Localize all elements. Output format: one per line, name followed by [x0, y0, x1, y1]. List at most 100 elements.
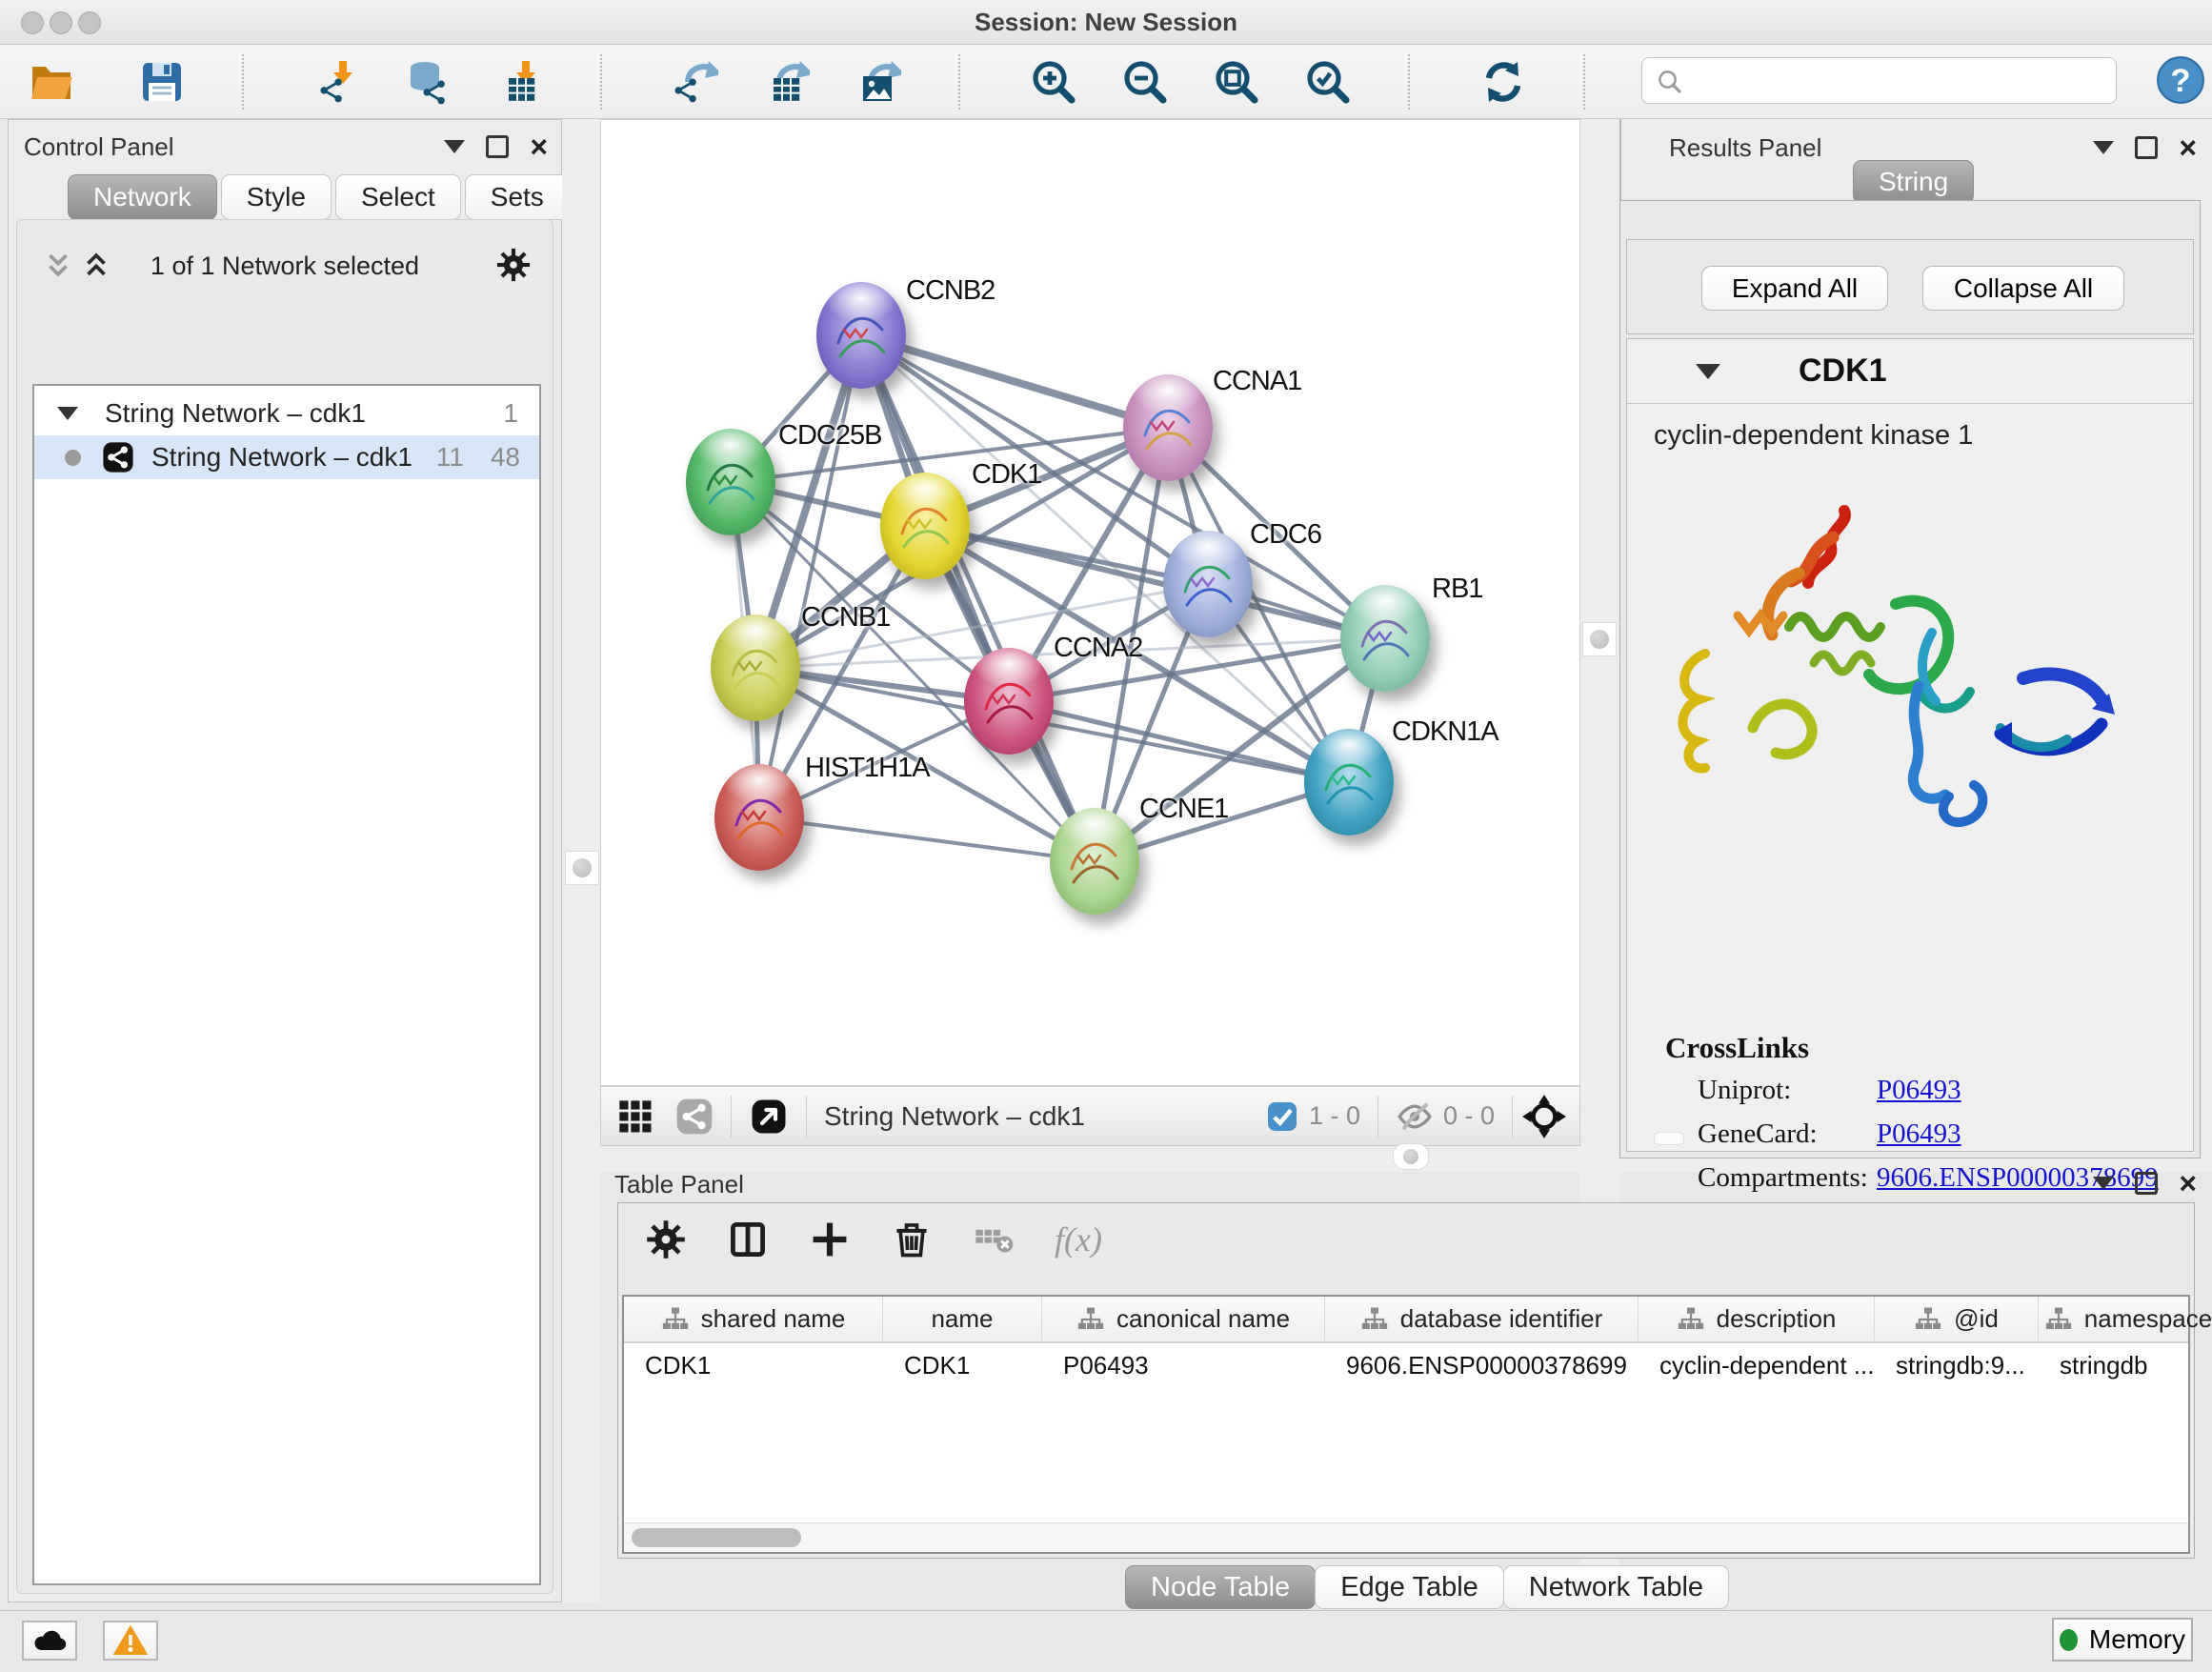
crosslink-row: Compartments: 9606.ENSP00000378699	[1698, 1162, 1868, 1194]
network-node-CDC6[interactable]	[1163, 531, 1253, 637]
network-canvas[interactable]: CCNB2 CCNA1 CDC25B CDK1 CDC6 RB1	[600, 119, 1580, 1086]
tab-edge-table[interactable]: Edge Table	[1315, 1565, 1504, 1609]
network-node-CCNE1[interactable]	[1050, 808, 1139, 915]
results-hscroll-thumb[interactable]	[1654, 1132, 1684, 1145]
export-image-button[interactable]	[854, 57, 903, 107]
export-table-button[interactable]	[762, 57, 812, 107]
table-settings-gear-button[interactable]	[645, 1219, 687, 1260]
network-node-CCNA2[interactable]	[964, 648, 1054, 755]
column-header-name[interactable]: name	[883, 1297, 1042, 1341]
network-collection-row[interactable]: String Network – cdk1 1	[34, 392, 539, 435]
network-node-CDC25B[interactable]	[686, 429, 775, 535]
node-label-CDC25B: CDC25B	[778, 420, 881, 452]
expand-all-button[interactable]: Expand All	[1701, 266, 1888, 311]
network-node-HIST1H1A[interactable]	[714, 764, 804, 871]
table-panel-title: Table Panel	[614, 1170, 744, 1199]
protein-ribbon-thumb	[725, 779, 794, 856]
left-splitter-handle[interactable]	[565, 851, 599, 885]
column-header-description[interactable]: description	[1639, 1297, 1875, 1341]
protein-ribbon-thumb	[696, 444, 765, 520]
collapse-entry-icon[interactable]	[1696, 364, 1720, 379]
table-panel-float-icon[interactable]	[2135, 1172, 2158, 1195]
network-node-CCNB1[interactable]	[711, 614, 800, 721]
table-cell[interactable]: cyclin-dependent ...	[1639, 1341, 1875, 1389]
horizontal-splitter-handle[interactable]	[1393, 1143, 1429, 1170]
zoom-out-button[interactable]	[1120, 57, 1170, 107]
results-panel-menu-icon[interactable]	[2093, 141, 2114, 154]
column-header-namespace[interactable]: namespace	[2039, 1297, 2212, 1341]
network-node-count: 11	[436, 442, 464, 473]
warnings-button[interactable]	[103, 1621, 158, 1661]
import-table-button[interactable]	[495, 57, 545, 107]
export-network-button[interactable]	[671, 57, 720, 107]
table-hscroll-thumb[interactable]	[632, 1528, 801, 1547]
network-node-CDKN1A[interactable]	[1304, 729, 1394, 836]
table-cell[interactable]: stringdb:9...	[1875, 1341, 2039, 1389]
gene-entry-header[interactable]: CDK1	[1627, 339, 2193, 404]
table-cell[interactable]: 9606.ENSP00000378699	[1325, 1341, 1639, 1389]
zoom-selected-icon	[1305, 59, 1351, 105]
tab-network[interactable]: Network	[68, 174, 217, 220]
crosslink-link[interactable]: P06493	[1877, 1118, 1961, 1150]
column-header-database-identifier[interactable]: database identifier	[1325, 1297, 1639, 1341]
memory-status-dot	[2060, 1629, 2078, 1651]
columns-icon	[727, 1219, 769, 1260]
tab-node-table[interactable]: Node Table	[1125, 1565, 1316, 1609]
open-file-button[interactable]	[27, 57, 76, 107]
memory-button[interactable]: Memory	[2052, 1618, 2193, 1662]
import-network-button[interactable]	[312, 57, 362, 107]
zoom-fit-button[interactable]	[1212, 57, 1261, 107]
table-panel-menu-icon[interactable]	[2093, 1177, 2114, 1190]
delete-table-button[interactable]	[973, 1219, 1015, 1260]
table-cell[interactable]: CDK1	[883, 1341, 1042, 1389]
table-panel-close-icon[interactable]: ×	[2179, 1174, 2197, 1193]
right-splitter-handle[interactable]	[1582, 622, 1617, 656]
network-node-RB1[interactable]	[1340, 585, 1430, 692]
tab-sets[interactable]: Sets	[465, 174, 570, 220]
tab-string[interactable]: String	[1853, 160, 1974, 204]
table-cell[interactable]: CDK1	[624, 1341, 883, 1389]
birdseye-view-button[interactable]	[749, 1097, 789, 1137]
network-row[interactable]: String Network – cdk1 11 48	[34, 435, 539, 479]
tab-style[interactable]: Style	[221, 174, 332, 220]
network-node-CDK1[interactable]	[880, 473, 970, 579]
left-splitter[interactable]	[562, 119, 600, 1602]
show-columns-button[interactable]	[727, 1219, 769, 1260]
hidden-elements-icon[interactable]	[1396, 1098, 1434, 1136]
network-node-CCNB2[interactable]	[816, 282, 906, 389]
function-builder-button[interactable]: f(x)	[1055, 1219, 1102, 1259]
tab-select[interactable]: Select	[335, 174, 461, 220]
selected-nodes-checkbox[interactable]	[1265, 1099, 1299, 1134]
cloud-button[interactable]	[22, 1621, 77, 1661]
zoom-in-button[interactable]	[1029, 57, 1078, 107]
network-column-icon	[1076, 1305, 1105, 1334]
crosslink-link[interactable]: P06493	[1877, 1075, 1961, 1106]
table-cell[interactable]: P06493	[1042, 1341, 1325, 1389]
help-button[interactable]: ?	[2156, 55, 2205, 105]
control-panel-menu-icon[interactable]	[444, 140, 465, 153]
collapse-all-button[interactable]: Collapse All	[1922, 266, 2124, 311]
results-panel-close-icon[interactable]: ×	[2179, 138, 2197, 157]
show-grid-button[interactable]	[616, 1098, 654, 1136]
zoom-selected-button[interactable]	[1303, 57, 1353, 107]
column-header--id[interactable]: @id	[1875, 1297, 2039, 1341]
column-header-canonical-name[interactable]: canonical name	[1042, 1297, 1325, 1341]
fit-selected-button[interactable]	[1522, 1095, 1566, 1138]
control-panel-close-icon[interactable]: ×	[530, 137, 548, 156]
delete-column-button[interactable]	[891, 1219, 933, 1260]
tab-network-table[interactable]: Network Table	[1503, 1565, 1729, 1609]
search-input[interactable]	[1692, 60, 2105, 100]
network-node-CCNA1[interactable]	[1123, 374, 1213, 481]
refresh-button[interactable]	[1478, 57, 1528, 107]
control-panel-float-icon[interactable]	[486, 135, 509, 158]
column-header-shared-name[interactable]: shared name	[624, 1297, 883, 1341]
table-cell[interactable]: stringdb	[2039, 1341, 2212, 1389]
add-column-button[interactable]	[809, 1219, 851, 1260]
results-panel-float-icon[interactable]	[2135, 136, 2158, 159]
import-table-icon	[497, 59, 543, 105]
network-options-gear-icon[interactable]	[495, 247, 532, 288]
collection-expand-icon[interactable]	[57, 407, 78, 420]
import-network-database-button[interactable]	[404, 57, 453, 107]
network-share-view-button[interactable]	[675, 1098, 714, 1136]
save-session-button[interactable]	[137, 57, 187, 107]
